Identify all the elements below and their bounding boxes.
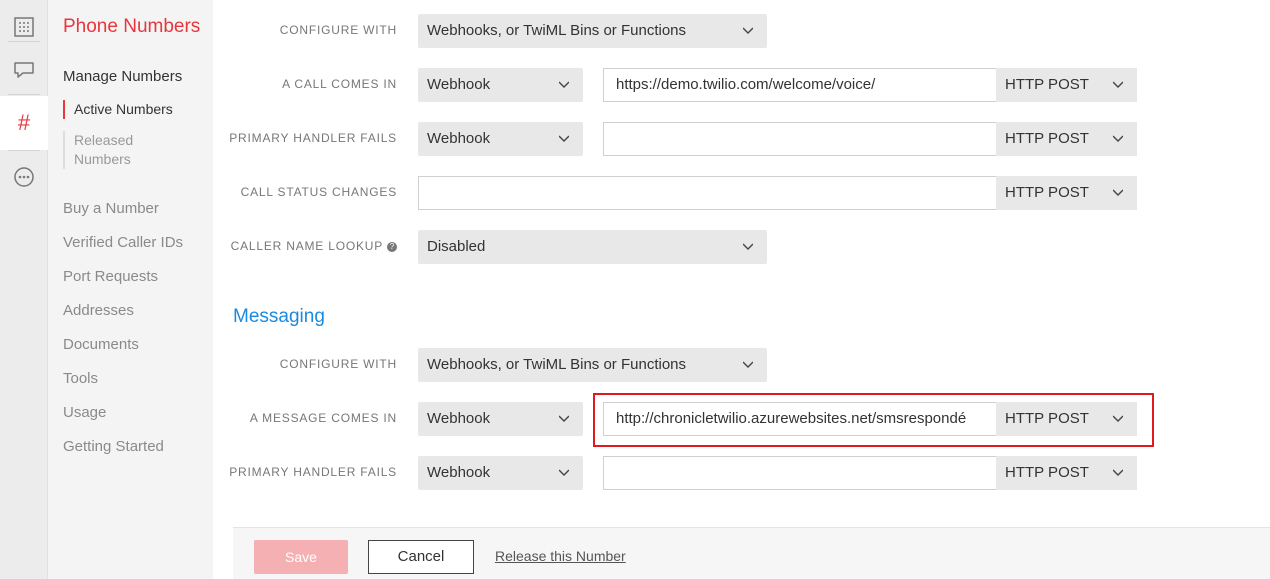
voice-primary-fails-type-value: Webhook	[427, 130, 491, 147]
save-button[interactable]: Save	[254, 540, 348, 574]
voice-configure-with-select[interactable]: Webhooks, or TwiML Bins or Functions	[418, 14, 767, 48]
call-status-changes-method-value: HTTP POST	[1005, 184, 1089, 201]
action-bar: Save Cancel Release this Number	[233, 527, 1270, 579]
chevron-down-icon	[1113, 469, 1123, 476]
rail-divider	[8, 94, 40, 95]
voice-primary-fails-method-value: HTTP POST	[1005, 130, 1089, 147]
icon-rail: #	[0, 0, 48, 579]
voice-primary-fails-label: PRIMARY HANDLER FAILS	[229, 131, 397, 145]
dashboard-icon	[14, 17, 34, 37]
voice-primary-fails-method-select[interactable]: HTTP POST	[996, 122, 1137, 156]
caller-name-lookup-label-text: CALLER NAME LOOKUP	[230, 239, 383, 253]
chevron-down-icon	[559, 415, 569, 422]
sidebar-item-usage[interactable]: Usage	[63, 404, 106, 421]
main-content: CONFIGURE WITH Webhooks, or TwiML Bins o…	[213, 0, 1270, 579]
voice-configure-with-label: CONFIGURE WITH	[279, 23, 397, 37]
messaging-primary-fails-type-select[interactable]: Webhook	[418, 456, 583, 490]
sidebar-item-addresses[interactable]: Addresses	[63, 302, 134, 319]
call-comes-in-type-value: Webhook	[427, 76, 491, 93]
call-status-changes-method-select[interactable]: HTTP POST	[996, 176, 1137, 210]
sidebar-item-active-numbers[interactable]: Active Numbers	[63, 100, 203, 119]
help-icon[interactable]: ?	[387, 242, 397, 252]
sidebar-item-documents[interactable]: Documents	[63, 336, 139, 353]
messaging-primary-fails-label: PRIMARY HANDLER FAILS	[229, 465, 397, 479]
call-comes-in-type-select[interactable]: Webhook	[418, 68, 583, 102]
call-status-changes-url-input[interactable]	[418, 176, 996, 210]
hash-icon: #	[17, 110, 31, 135]
messaging-configure-with-value: Webhooks, or TwiML Bins or Functions	[427, 356, 686, 373]
sidebar-item-released-numbers[interactable]: Released Numbers	[63, 131, 203, 169]
sidebar-item-getting-started[interactable]: Getting Started	[63, 438, 164, 455]
sidebar-item-tools[interactable]: Tools	[63, 370, 98, 387]
call-comes-in-method-select[interactable]: HTTP POST	[996, 68, 1137, 102]
chevron-down-icon	[743, 361, 753, 368]
messaging-primary-fails-url-input[interactable]	[603, 456, 996, 490]
chevron-down-icon	[743, 243, 753, 250]
rail-item-messaging[interactable]	[0, 43, 48, 97]
caller-name-lookup-select[interactable]: Disabled	[418, 230, 767, 264]
chevron-down-icon	[1113, 135, 1123, 142]
messaging-primary-fails-method-value: HTTP POST	[1005, 464, 1089, 481]
chevron-down-icon	[1113, 81, 1123, 88]
voice-primary-fails-url-input[interactable]	[603, 122, 996, 156]
messaging-primary-fails-method-select[interactable]: HTTP POST	[996, 456, 1137, 490]
voice-primary-fails-type-select[interactable]: Webhook	[418, 122, 583, 156]
call-comes-in-label: A CALL COMES IN	[282, 77, 397, 91]
highlight-box	[593, 393, 1154, 447]
secondary-sidebar: Phone Numbers Manage Numbers Active Numb…	[48, 0, 213, 579]
messaging-section-title: Messaging	[233, 306, 325, 327]
messaging-configure-with-select[interactable]: Webhooks, or TwiML Bins or Functions	[418, 348, 767, 382]
sidebar-group-manage-numbers[interactable]: Manage Numbers	[63, 68, 182, 85]
call-status-changes-label: CALL STATUS CHANGES	[240, 185, 397, 199]
call-comes-in-url-input[interactable]: https://demo.twilio.com/welcome/voice/	[603, 68, 996, 102]
call-comes-in-method-value: HTTP POST	[1005, 76, 1089, 93]
chevron-down-icon	[743, 27, 753, 34]
sidebar-item-buy-number[interactable]: Buy a Number	[63, 200, 159, 217]
chevron-down-icon	[559, 135, 569, 142]
cancel-button[interactable]: Cancel	[368, 540, 474, 574]
rail-divider	[8, 41, 40, 42]
release-number-link[interactable]: Release this Number	[495, 548, 626, 564]
messaging-configure-with-label: CONFIGURE WITH	[279, 357, 397, 371]
message-comes-in-type-value: Webhook	[427, 410, 491, 427]
messaging-primary-fails-type-value: Webhook	[427, 464, 491, 481]
caller-name-lookup-value: Disabled	[427, 238, 486, 255]
sidebar-item-verified-caller-ids[interactable]: Verified Caller IDs	[63, 234, 183, 251]
rail-item-phone-numbers[interactable]: #	[0, 96, 48, 150]
voice-configure-with-value: Webhooks, or TwiML Bins or Functions	[427, 22, 686, 39]
sidebar-title: Phone Numbers	[63, 16, 201, 37]
caller-name-lookup-label: CALLER NAME LOOKUP ?	[213, 239, 397, 253]
sidebar-item-port-requests[interactable]: Port Requests	[63, 268, 158, 285]
chat-icon	[14, 62, 34, 78]
chevron-down-icon	[559, 81, 569, 88]
more-icon	[14, 167, 34, 187]
chevron-down-icon	[559, 469, 569, 476]
rail-item-more[interactable]	[0, 150, 48, 204]
message-comes-in-label: A MESSAGE COMES IN	[249, 411, 397, 425]
message-comes-in-type-select[interactable]: Webhook	[418, 402, 583, 436]
chevron-down-icon	[1113, 189, 1123, 196]
